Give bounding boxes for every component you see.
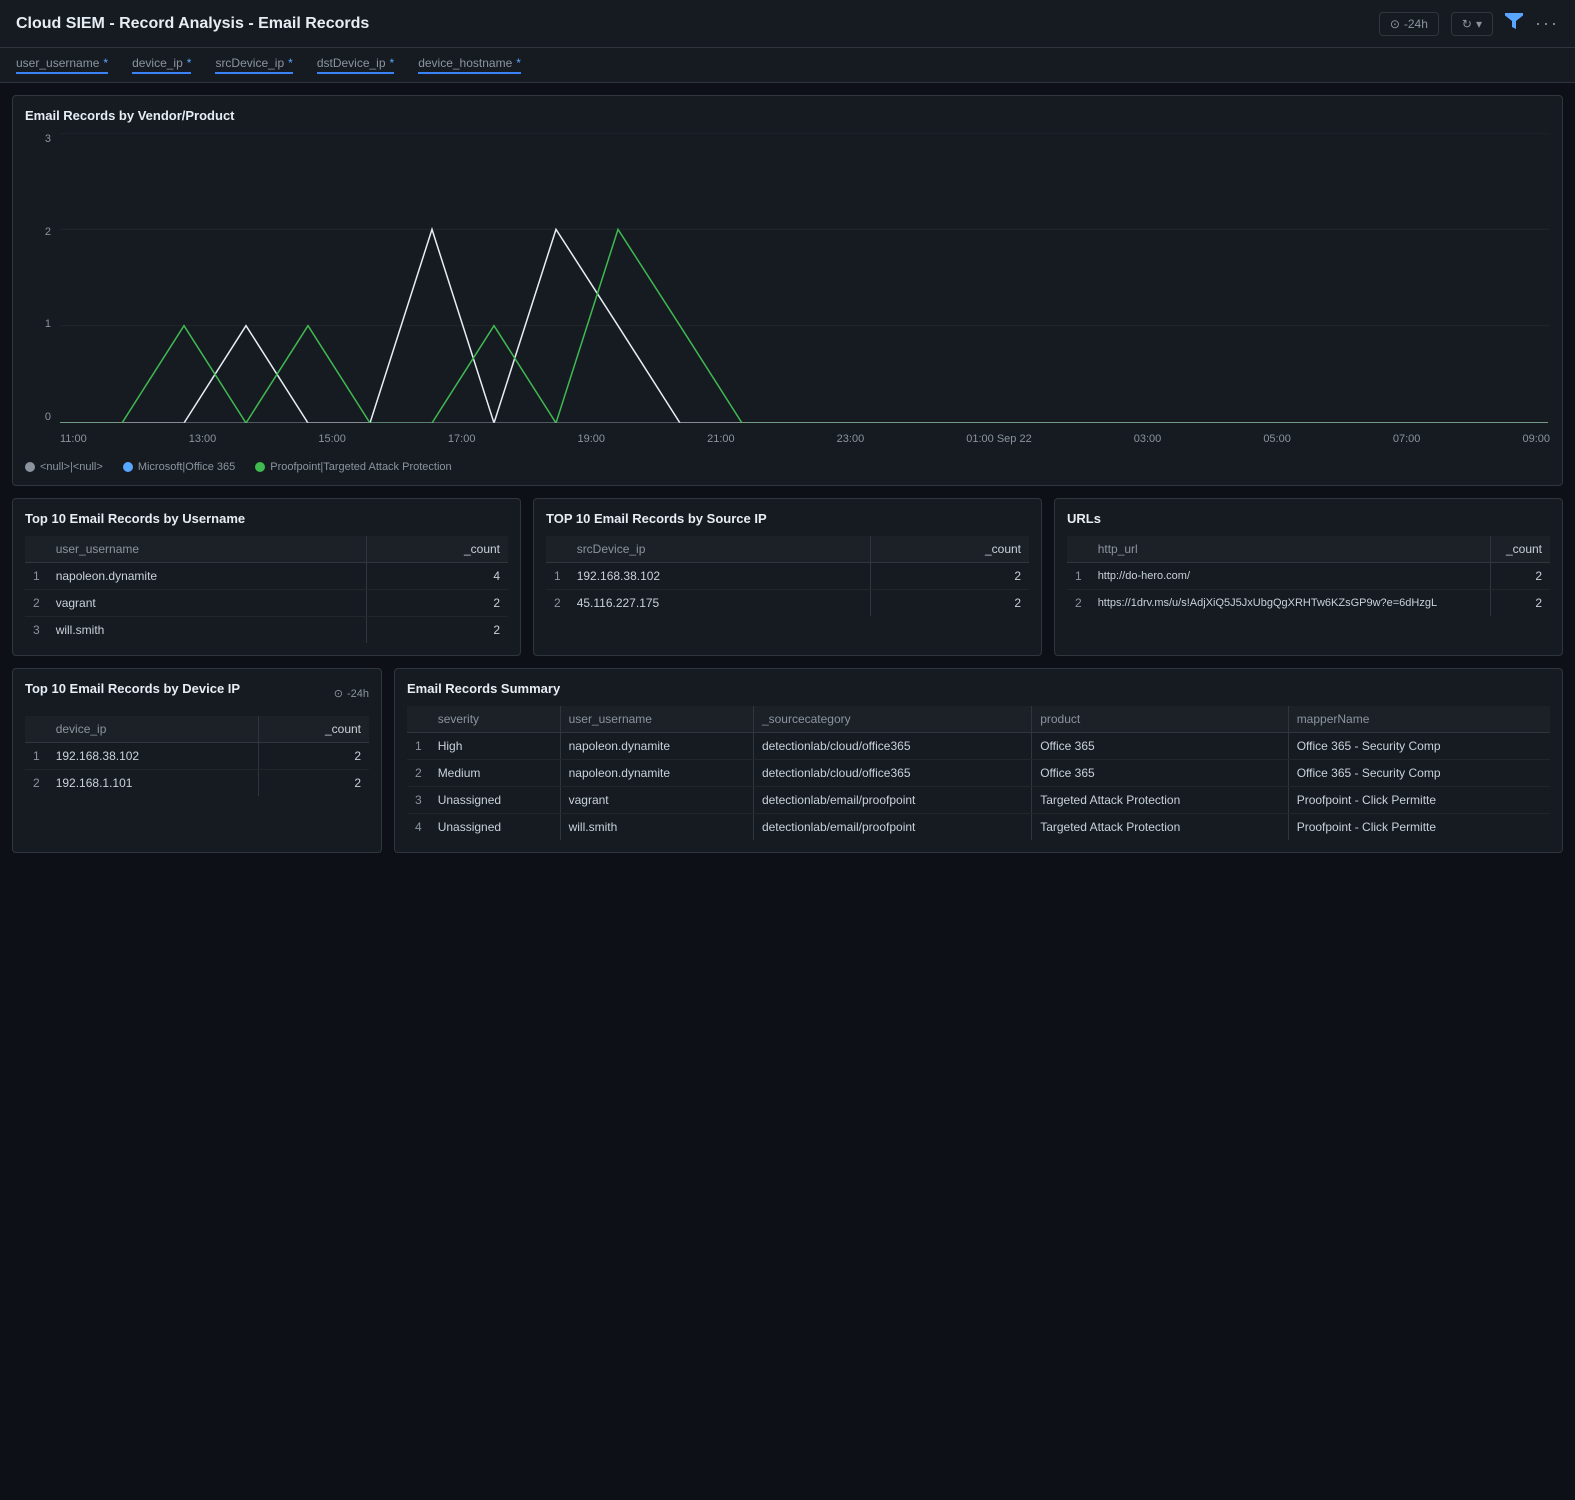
table-row: 2vagrant2 — [25, 590, 508, 617]
refresh-button[interactable]: ↻ ▾ — [1451, 12, 1493, 36]
table-row: 3Unassignedvagrantdetectionlab/email/pro… — [407, 787, 1550, 814]
filter-src-device-ip[interactable]: srcDevice_ip * — [215, 56, 292, 74]
page-title: Cloud SIEM - Record Analysis - Email Rec… — [16, 15, 369, 33]
col-mapper-name: mapperName — [1288, 706, 1550, 733]
filter-device-ip[interactable]: device_ip * — [132, 56, 191, 74]
chart-panel: Email Records by Vendor/Product 3 2 1 0 — [12, 95, 1563, 486]
col-summary-username: user_username — [560, 706, 753, 733]
chart-y-labels: 3 2 1 0 — [25, 133, 55, 423]
top-username-table: user_username _count 1napoleon.dynamite4… — [25, 536, 508, 643]
table-row: 245.116.227.1752 — [546, 590, 1029, 617]
top-device-ip-title-row: Top 10 Email Records by Device IP ⊙ -24h — [25, 681, 369, 706]
clock-icon: ⊙ — [1390, 17, 1400, 31]
chart-area: 3 2 1 0 — [25, 133, 1550, 453]
table-row: 1http://do-hero.com/2 — [1067, 563, 1550, 590]
time-badge-device-ip: ⊙ -24h — [334, 687, 369, 700]
clock-icon-small: ⊙ — [334, 687, 343, 700]
app-header: Cloud SIEM - Record Analysis - Email Rec… — [0, 0, 1575, 48]
top-username-panel: Top 10 Email Records by Username user_us… — [12, 498, 521, 656]
col-http-url: http_url — [1090, 536, 1491, 563]
table-row: 1192.168.38.1022 — [25, 743, 369, 770]
col-count-url: _count — [1491, 536, 1550, 563]
top-device-ip-panel: Top 10 Email Records by Device IP ⊙ -24h… — [12, 668, 382, 853]
table-row: 2https://1drv.ms/u/s!AdjXiQ5J5JxUbgQgXRH… — [1067, 590, 1550, 617]
summary-panel: Email Records Summary severity user_user… — [394, 668, 1563, 853]
filter-device-hostname[interactable]: device_hostname * — [418, 56, 521, 74]
table-row: 3will.smith2 — [25, 617, 508, 644]
top-device-ip-table: device_ip _count 1192.168.38.10222192.16… — [25, 716, 369, 796]
table-row: 4Unassignedwill.smithdetectionlab/email/… — [407, 814, 1550, 841]
summary-table: severity user_username _sourcecategory p… — [407, 706, 1550, 840]
top-device-ip-title: Top 10 Email Records by Device IP — [25, 681, 240, 696]
col-device-ip: device_ip — [48, 716, 259, 743]
col-severity: severity — [430, 706, 560, 733]
urls-table: http_url _count 1http://do-hero.com/22ht… — [1067, 536, 1550, 616]
bottom-row: Top 10 Email Records by Device IP ⊙ -24h… — [12, 668, 1563, 853]
table-row: 1napoleon.dynamite4 — [25, 563, 508, 590]
legend-dot-null — [25, 462, 35, 472]
chart-grid — [60, 133, 1550, 423]
col-user-username: user_username — [48, 536, 366, 563]
table-row: 2192.168.1.1012 — [25, 770, 369, 797]
legend-office365: Microsoft|Office 365 — [123, 461, 235, 473]
col-source-category: _sourcecategory — [753, 706, 1031, 733]
chart-svg — [60, 133, 1550, 423]
urls-title: URLs — [1067, 511, 1550, 526]
time-range-button[interactable]: ⊙ -24h — [1379, 12, 1439, 36]
col-product: product — [1032, 706, 1288, 733]
legend-dot-proofpoint — [255, 462, 265, 472]
main-content: Email Records by Vendor/Product 3 2 1 0 — [0, 83, 1575, 865]
table-row: 1Highnapoleon.dynamitedetectionlab/cloud… — [407, 733, 1550, 760]
refresh-icon: ↻ — [1462, 17, 1472, 31]
chart-x-labels: 11:00 13:00 15:00 17:00 19:00 21:00 23:0… — [60, 425, 1550, 453]
top-source-ip-table: srcDevice_ip _count 1192.168.38.1022245.… — [546, 536, 1029, 616]
top-source-ip-title: TOP 10 Email Records by Source IP — [546, 511, 1029, 526]
more-button[interactable]: ··· — [1535, 13, 1559, 34]
legend-dot-office365 — [123, 462, 133, 472]
top-username-title: Top 10 Email Records by Username — [25, 511, 508, 526]
summary-title: Email Records Summary — [407, 681, 1550, 696]
refresh-chevron: ▾ — [1476, 17, 1482, 31]
legend-null: <null>|<null> — [25, 461, 103, 473]
filter-user-username[interactable]: user_username * — [16, 56, 108, 74]
filter-dst-device-ip[interactable]: dstDevice_ip * — [317, 56, 394, 74]
table-row: 2Mediumnapoleon.dynamitedetectionlab/clo… — [407, 760, 1550, 787]
col-count-src-ip: _count — [870, 536, 1029, 563]
col-count-username: _count — [366, 536, 508, 563]
top-source-ip-panel: TOP 10 Email Records by Source IP srcDev… — [533, 498, 1042, 656]
chart-legend: <null>|<null> Microsoft|Office 365 Proof… — [25, 461, 1550, 473]
filter-button[interactable] — [1505, 13, 1523, 34]
filters-bar: user_username * device_ip * srcDevice_ip… — [0, 48, 1575, 83]
chart-title: Email Records by Vendor/Product — [25, 108, 1550, 123]
middle-panels-row: Top 10 Email Records by Username user_us… — [12, 498, 1563, 656]
urls-panel: URLs http_url _count 1http://do-hero.com… — [1054, 498, 1563, 656]
legend-proofpoint: Proofpoint|Targeted Attack Protection — [255, 461, 451, 473]
header-controls: ⊙ -24h ↻ ▾ ··· — [1379, 12, 1559, 36]
col-src-device-ip: srcDevice_ip — [569, 536, 871, 563]
table-row: 1192.168.38.1022 — [546, 563, 1029, 590]
col-count-device-ip: _count — [258, 716, 369, 743]
